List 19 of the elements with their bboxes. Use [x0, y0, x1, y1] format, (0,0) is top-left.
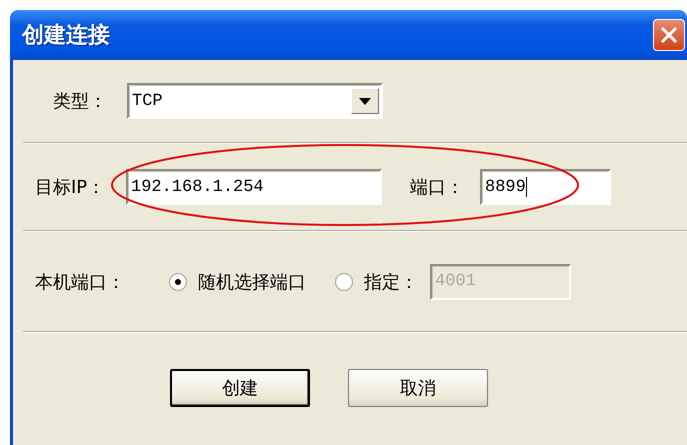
- radio-label[interactable]: 随机选择端口: [198, 270, 306, 294]
- radio-button[interactable]: [169, 272, 187, 290]
- create-button[interactable]: 创建: [170, 369, 310, 407]
- cancel-button[interactable]: 取消: [348, 369, 488, 407]
- local-port-label: 本机端口：: [35, 270, 126, 294]
- target-ip-label: 目标IP：: [35, 176, 106, 199]
- port-field[interactable]: 8899: [480, 169, 611, 205]
- target-ip-field[interactable]: 192.168.1.254: [126, 169, 382, 205]
- window-title: 创建连接: [22, 22, 110, 50]
- close-icon: [660, 26, 678, 44]
- dropdown-value: TCP: [132, 92, 163, 110]
- dropdown-arrow-button[interactable]: [351, 88, 379, 114]
- type-dropdown[interactable]: TCP: [127, 83, 383, 119]
- close-button[interactable]: [653, 19, 685, 51]
- radio-label[interactable]: 指定：: [364, 270, 418, 294]
- type-label: 类型：: [53, 90, 108, 113]
- radio-button[interactable]: [335, 272, 353, 290]
- triangle-icon: [359, 98, 371, 104]
- port-label: 端口：: [410, 176, 465, 199]
